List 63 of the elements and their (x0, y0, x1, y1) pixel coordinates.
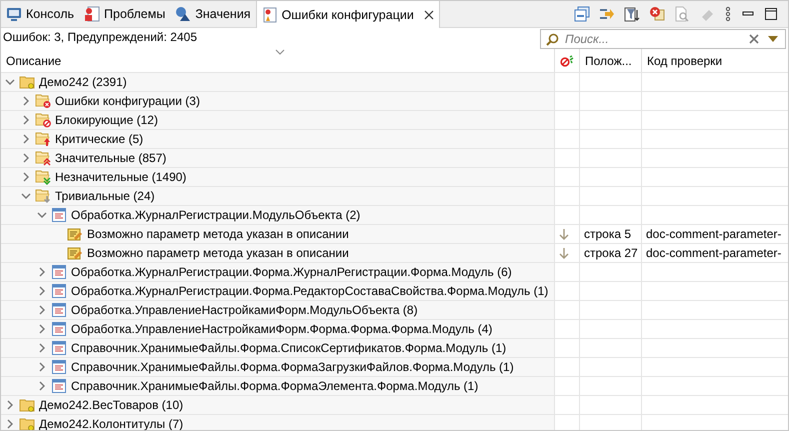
expand-chevron-icon[interactable] (5, 400, 15, 410)
expand-chevron-icon[interactable] (21, 153, 31, 163)
collapse-chevron-icon[interactable] (5, 77, 15, 87)
problems-icon (84, 6, 100, 22)
view-tab[interactable]: Значения (170, 1, 256, 27)
down-arrow-icon (559, 247, 569, 259)
table-cell: строка 27 (584, 246, 638, 260)
close-icon[interactable] (424, 10, 434, 20)
collapse-chevron-icon[interactable] (21, 191, 31, 201)
clear-icon[interactable] (749, 34, 759, 44)
view-tab[interactable]: Проблемы (79, 1, 170, 27)
note-pencil-icon (67, 245, 83, 261)
error-note-icon[interactable] (649, 6, 665, 22)
search-field[interactable]: Поиск... (540, 29, 786, 49)
view-tab[interactable]: Консоль (1, 1, 80, 27)
table-cell: строка 5 (584, 227, 632, 241)
monitor-icon (6, 6, 22, 22)
expand-chevron-icon[interactable] (21, 115, 31, 125)
search-icon (546, 33, 559, 46)
tree-item[interactable]: Критические (5) (55, 132, 144, 146)
find-page-icon[interactable] (674, 6, 690, 22)
config-errors-icon (262, 6, 278, 22)
chevron-icon (275, 49, 285, 55)
dropdown-icon[interactable] (768, 35, 778, 43)
folder-icon (35, 188, 51, 204)
column-header[interactable]: Код проверки (641, 49, 788, 72)
expand-chevron-icon[interactable] (37, 267, 47, 277)
tree-item[interactable]: Демо242 (2391) (39, 75, 127, 89)
expand-chevron-icon[interactable] (37, 343, 47, 353)
expand-chevron-icon[interactable] (21, 96, 31, 106)
collapse-all-icon[interactable] (574, 6, 590, 22)
table-cell: doc-comment-parameter- (646, 227, 782, 241)
tree-item[interactable]: Тривиальные (24) (55, 189, 155, 203)
tree-item[interactable]: Блокирующие (12) (55, 113, 158, 127)
tree-item[interactable]: Значительные (857) (55, 151, 166, 165)
summary-text: Ошибок: 3, Предупреждений: 2405 (2, 29, 198, 46)
table-cell: doc-comment-parameter- (646, 246, 782, 260)
down-arrow-icon (559, 228, 569, 240)
severity-icon (560, 54, 576, 66)
collapse-chevron-icon[interactable] (37, 210, 47, 220)
expand-chevron-icon[interactable] (37, 286, 47, 296)
expand-chevron-icon[interactable] (21, 172, 31, 182)
folder-icon (35, 169, 51, 185)
note-pencil-icon (67, 226, 83, 242)
folder-icon (19, 416, 35, 430)
folder-icon (35, 150, 51, 166)
filter-icon[interactable] (624, 6, 640, 22)
folder-icon (35, 131, 51, 147)
maximize-icon[interactable] (764, 7, 778, 21)
more-icon[interactable] (724, 6, 732, 22)
folder-icon (19, 397, 35, 413)
expand-chevron-icon[interactable] (37, 324, 47, 334)
column-header[interactable]: Полож... (579, 49, 641, 72)
expand-chevron-icon[interactable] (37, 362, 47, 372)
view-tab[interactable]: Ошибки конфигурации (256, 1, 440, 28)
expand-chevron-icon[interactable] (21, 134, 31, 144)
values-icon (175, 6, 192, 22)
expand-chevron-icon[interactable] (37, 305, 47, 315)
expand-chevron-icon[interactable] (37, 381, 47, 391)
expand-chevron-icon[interactable] (5, 419, 15, 429)
tree-item[interactable]: Незначительные (1490) (55, 170, 186, 184)
column-header[interactable]: Описание (1, 49, 554, 72)
folder-icon (19, 74, 35, 90)
